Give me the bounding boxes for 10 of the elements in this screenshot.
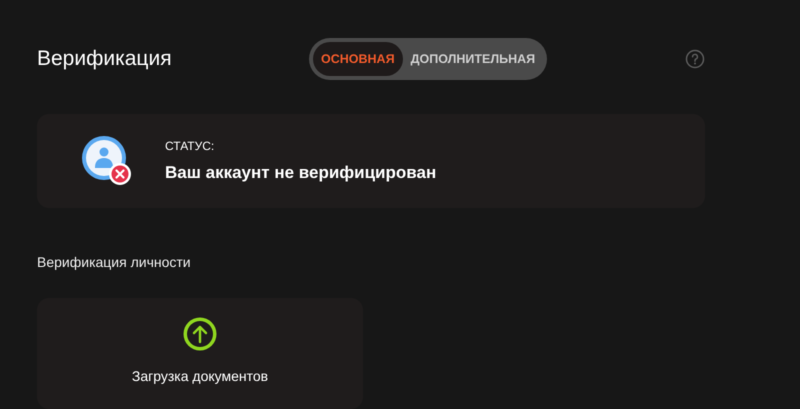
page-title: Верификация xyxy=(37,47,173,71)
status-label: СТАТУС: xyxy=(165,139,216,154)
tab[interactable]: ДОПОЛНИТЕЛЬНАЯ xyxy=(402,42,544,76)
help-icon[interactable] xyxy=(685,49,705,69)
status-text: Ваш аккаунт не верифицирован xyxy=(165,163,436,184)
tab[interactable]: ОСНОВНАЯ xyxy=(313,42,403,76)
upload-card[interactable]: Загрузка документов xyxy=(37,298,363,409)
upload-label: Загрузка документов xyxy=(132,368,268,384)
section-title: Верификация личности xyxy=(37,254,191,270)
upload-icon xyxy=(182,316,218,352)
